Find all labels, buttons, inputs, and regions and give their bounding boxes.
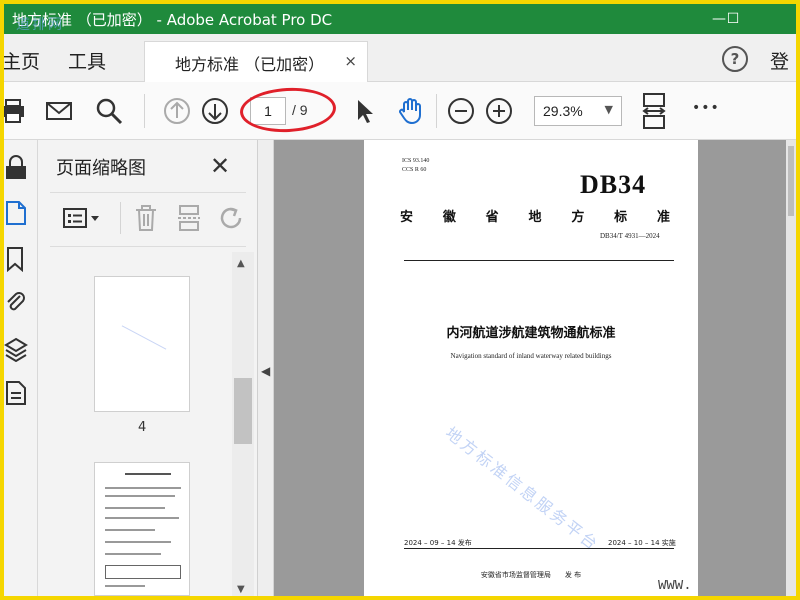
thumbnail-watermark <box>121 325 167 350</box>
header-rule <box>404 260 674 261</box>
panel-title: 页面缩略图 <box>56 158 146 179</box>
toolbar-separator <box>436 94 437 128</box>
zoom-value: 29.3% <box>543 103 583 119</box>
mail-icon[interactable] <box>44 96 74 126</box>
thumbnail-text-line <box>105 541 171 543</box>
page-thumbnail[interactable] <box>94 276 190 412</box>
extract-page-icon[interactable] <box>176 204 202 232</box>
standard-title-zh: 内河航道涉航建筑物通航标准 <box>446 326 616 341</box>
more-tools-icon[interactable]: ••• <box>692 100 720 116</box>
page-thumbnails-panel: 页面缩略图 ✕ 4 ▲ ▼ <box>38 140 258 596</box>
site-watermark: WWW. <box>658 578 692 594</box>
footer-rule <box>404 548 674 549</box>
standard-title-en: Navigation standard of inland waterway r… <box>450 352 612 360</box>
attachment-icon[interactable] <box>4 290 28 316</box>
document-tab-close-icon[interactable]: × <box>344 52 357 70</box>
zoom-out-icon[interactable] <box>446 96 476 126</box>
maximize-button[interactable]: ☐ <box>710 4 756 34</box>
panel-separator <box>120 202 121 234</box>
ccs-code: CCS R 60 <box>402 167 427 173</box>
document-page: ICS 93.140 CCS R 60 DB34 安 徽 省 地 方 标 准 D… <box>364 140 698 596</box>
help-icon[interactable]: ? <box>722 46 748 72</box>
scrollbar-thumb[interactable] <box>234 378 252 444</box>
delete-page-icon[interactable] <box>134 204 158 232</box>
thumbnail-text-line <box>105 495 175 497</box>
print-icon[interactable] <box>4 96 30 126</box>
select-arrow-icon[interactable] <box>350 96 380 126</box>
panel-divider <box>50 246 246 247</box>
page-watermark: 地方标准信息服务平台 <box>441 423 604 556</box>
next-page-icon[interactable] <box>200 96 230 126</box>
rotate-page-icon[interactable] <box>218 204 246 232</box>
zoom-select[interactable]: 29.3% ▼ <box>534 96 622 126</box>
toolbar-separator <box>144 94 145 128</box>
thumbnail-heading-line <box>125 473 171 475</box>
thumbnail-text-line <box>105 487 181 489</box>
chevron-down-icon: ▼ <box>604 103 613 116</box>
standard-code: DB34/T 4931—2024 <box>600 232 660 240</box>
document-tab-label: 地方标准 （已加密） <box>175 55 325 74</box>
hand-tool-icon[interactable] <box>396 96 426 126</box>
lock-icon[interactable] <box>4 154 28 180</box>
tools-tab[interactable]: 工具 <box>68 47 106 74</box>
scrollbar-thumb[interactable] <box>788 146 794 216</box>
thumbnail-text-line <box>105 553 161 555</box>
panel-divider <box>50 192 246 193</box>
ics-code: ICS 93.140 <box>402 158 430 164</box>
document-tab[interactable]: 地方标准 （已加密） × <box>144 41 368 82</box>
document-scrollbar[interactable] <box>786 140 796 596</box>
menu-bar: 主页 工具 地方标准 （已加密） × ? 登 <box>4 34 796 82</box>
implement-date: 2024 – 10 – 14 实施 <box>608 539 676 547</box>
page-thumbnail[interactable] <box>94 462 190 596</box>
thumbnail-text-line <box>105 507 165 509</box>
previous-page-icon[interactable] <box>162 96 192 126</box>
collapse-arrow-icon: ◀ <box>261 364 271 378</box>
bookmark-icon[interactable] <box>4 246 28 272</box>
publisher: 安徽省市场监督管理局 发 布 <box>480 571 582 579</box>
db-number: DB34 <box>580 170 647 199</box>
thumbnail-text-line <box>105 585 145 587</box>
scroll-down-icon[interactable]: ▼ <box>237 584 245 595</box>
fit-width-icon[interactable] <box>640 92 668 130</box>
panel-collapse-handle[interactable]: ◀ <box>258 140 274 596</box>
search-icon[interactable] <box>94 96 124 126</box>
panel-close-icon[interactable]: ✕ <box>210 152 230 180</box>
left-navigation-strip <box>4 140 38 596</box>
thumbnail-text-line <box>105 529 155 531</box>
thumbnail-scrollbar[interactable]: ▲ ▼ <box>232 252 254 596</box>
app-window: 地方标准 （已加密） - Adobe Acrobat Pro DC 道排网 — … <box>4 4 796 596</box>
home-tab[interactable]: 主页 <box>4 47 40 74</box>
thumbnail-text-line <box>105 517 179 519</box>
overlay-watermark: 道排网 <box>16 17 64 33</box>
document-view[interactable]: ICS 93.140 CCS R 60 DB34 安 徽 省 地 方 标 准 D… <box>274 140 796 596</box>
thumbnail-options-icon[interactable] <box>62 206 102 230</box>
toolbar: / 9 29.3% ▼ ••• <box>4 82 796 140</box>
publish-date: 2024 – 09 – 14 发布 <box>404 539 472 547</box>
title-bar[interactable]: 地方标准 （已加密） - Adobe Acrobat Pro DC 道排网 — … <box>4 4 796 34</box>
scroll-up-icon[interactable]: ▲ <box>237 258 245 269</box>
annotation-ellipse <box>238 85 338 135</box>
thumbnail-table <box>105 565 181 579</box>
layers-icon[interactable] <box>4 336 28 362</box>
document-properties-icon[interactable] <box>4 380 28 406</box>
thumbnail-page-number: 4 <box>138 420 147 435</box>
login-button[interactable]: 登 <box>770 47 789 74</box>
issuing-organization: 安 徽 省 地 方 标 准 <box>400 210 670 225</box>
page-thumbnails-icon[interactable] <box>4 200 28 226</box>
zoom-in-icon[interactable] <box>484 96 514 126</box>
